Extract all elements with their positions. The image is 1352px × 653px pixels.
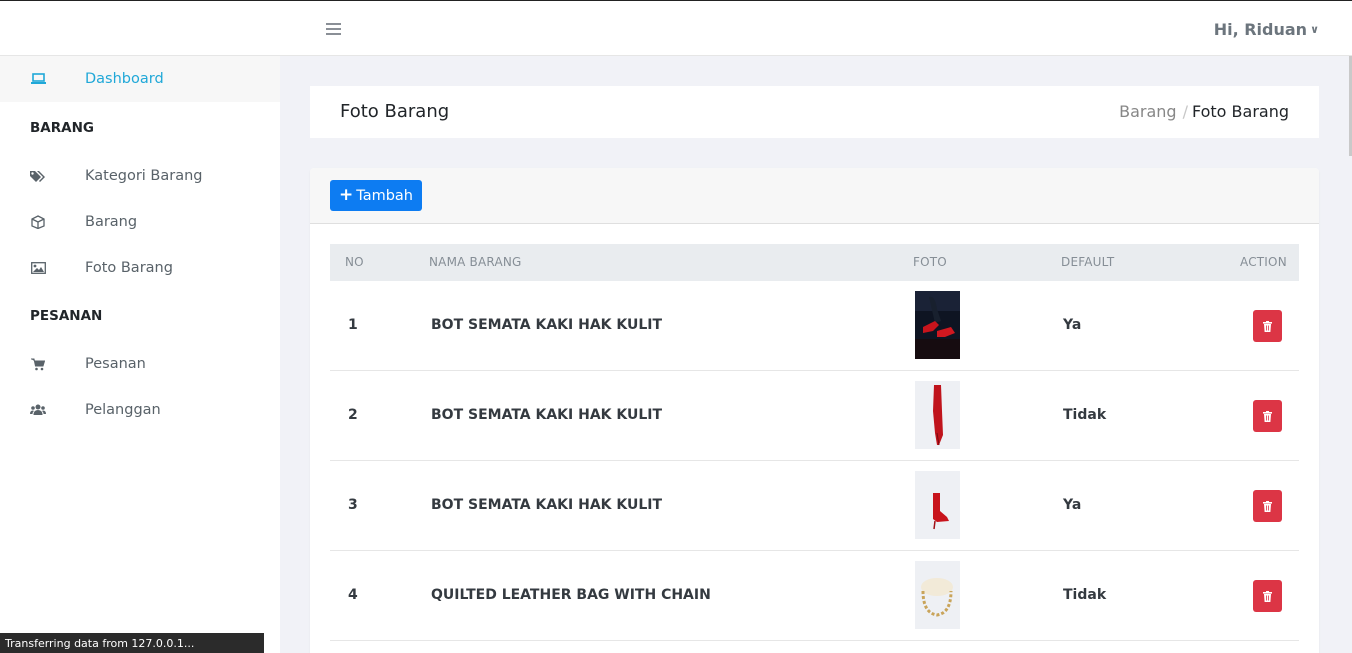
item-name: BOT SEMATA KAKI HAK KULIT [431, 407, 663, 423]
delete-button[interactable] [1253, 310, 1282, 342]
user-greeting: Hi, Riduan [1213, 20, 1308, 39]
trash-icon [1263, 500, 1272, 512]
delete-button[interactable] [1253, 490, 1282, 522]
sidebar-item-label: Pelanggan [85, 402, 161, 418]
row-number: 2 [348, 407, 358, 423]
item-name: QUILTED LEATHER BAG WITH CHAIN [431, 587, 711, 603]
row-number: 1 [348, 317, 358, 333]
cube-icon [30, 214, 46, 230]
trash-icon [1263, 320, 1272, 332]
breadcrumb: Barang / Foto Barang [1119, 102, 1289, 121]
sidebar: Dashboard BARANG Kategori Barang Barang … [0, 56, 280, 653]
section-title-barang: BARANG [30, 120, 94, 136]
product-photo [915, 471, 960, 539]
item-name: BOT SEMATA KAKI HAK KULIT [431, 497, 663, 513]
table-row: 4 QUILTED LEATHER BAG WITH CHAIN Tidak [330, 551, 1299, 641]
table-header: NO NAMA BARANG FOTO DEFAULT ACTION [330, 244, 1299, 281]
sidebar-item-label: Kategori Barang [85, 168, 203, 184]
table-row: 1 BOT SEMATA KAKI HAK KULIT Ya [330, 281, 1299, 371]
user-menu[interactable]: Hi, Riduan ∨ [1214, 20, 1319, 39]
item-name: BOT SEMATA KAKI HAK KULIT [431, 317, 663, 333]
browser-status-bar: Transferring data from 127.0.0.1... [0, 633, 264, 653]
row-number: 3 [348, 497, 358, 513]
sidebar-item-barang[interactable]: Barang [0, 199, 280, 245]
users-icon [30, 402, 46, 418]
photo-card: + Tambah NO NAMA BARANG FOTO DEFAULT ACTI… [310, 168, 1319, 653]
product-photo [915, 291, 960, 359]
add-button-label: Tambah [356, 187, 413, 204]
sidebar-item-label: Pesanan [85, 356, 146, 372]
trash-icon [1263, 410, 1272, 422]
column-header-action: ACTION [1240, 255, 1287, 269]
breadcrumb-current: Foto Barang [1191, 102, 1289, 121]
sidebar-item-foto-barang[interactable]: Foto Barang [0, 245, 280, 291]
default-value: Ya [1063, 497, 1082, 513]
row-number: 4 [348, 587, 358, 603]
column-header-no: NO [345, 255, 364, 269]
sidebar-item-label: Dashboard [85, 71, 164, 87]
breadcrumb-link[interactable]: Barang [1119, 102, 1176, 121]
delete-button[interactable] [1253, 400, 1282, 432]
section-title-pesanan: PESANAN [30, 308, 103, 324]
delete-button[interactable] [1253, 580, 1282, 612]
default-value: Tidak [1063, 407, 1107, 423]
default-value: Ya [1063, 317, 1082, 333]
sidebar-item-label: Barang [85, 214, 138, 230]
column-header-default: DEFAULT [1061, 255, 1115, 269]
page-title: Foto Barang [340, 101, 450, 122]
sidebar-item-kategori-barang[interactable]: Kategori Barang [0, 153, 280, 199]
plus-icon: + [339, 185, 354, 205]
trash-icon [1263, 590, 1272, 602]
product-photo [915, 381, 960, 449]
column-header-foto: FOTO [913, 255, 947, 269]
table-row: 3 BOT SEMATA KAKI HAK KULIT Ya [330, 461, 1299, 551]
chevron-down-icon: ∨ [1310, 23, 1319, 36]
menu-toggle-icon[interactable] [326, 23, 341, 36]
card-header: + Tambah [310, 168, 1319, 224]
sidebar-item-pelanggan[interactable]: Pelanggan [0, 387, 280, 433]
column-header-nama-barang: NAMA BARANG [429, 255, 522, 269]
default-value: Tidak [1063, 587, 1107, 603]
image-icon [30, 260, 46, 276]
sidebar-item-pesanan[interactable]: Pesanan [0, 341, 280, 387]
topbar: Hi, Riduan ∨ [0, 0, 1352, 56]
tags-icon [30, 168, 46, 184]
sidebar-item-dashboard[interactable]: Dashboard [0, 56, 280, 102]
breadcrumb-separator: / [1182, 102, 1188, 121]
cart-icon [30, 356, 46, 372]
add-button[interactable]: + Tambah [330, 180, 422, 211]
laptop-icon [30, 71, 46, 87]
product-photo [915, 561, 960, 629]
page-header: Foto Barang Barang / Foto Barang [310, 86, 1319, 138]
table-row: 2 BOT SEMATA KAKI HAK KULIT Tidak [330, 371, 1299, 461]
sidebar-item-label: Foto Barang [85, 260, 173, 276]
photo-table: NO NAMA BARANG FOTO DEFAULT ACTION 1 BOT… [330, 244, 1299, 641]
